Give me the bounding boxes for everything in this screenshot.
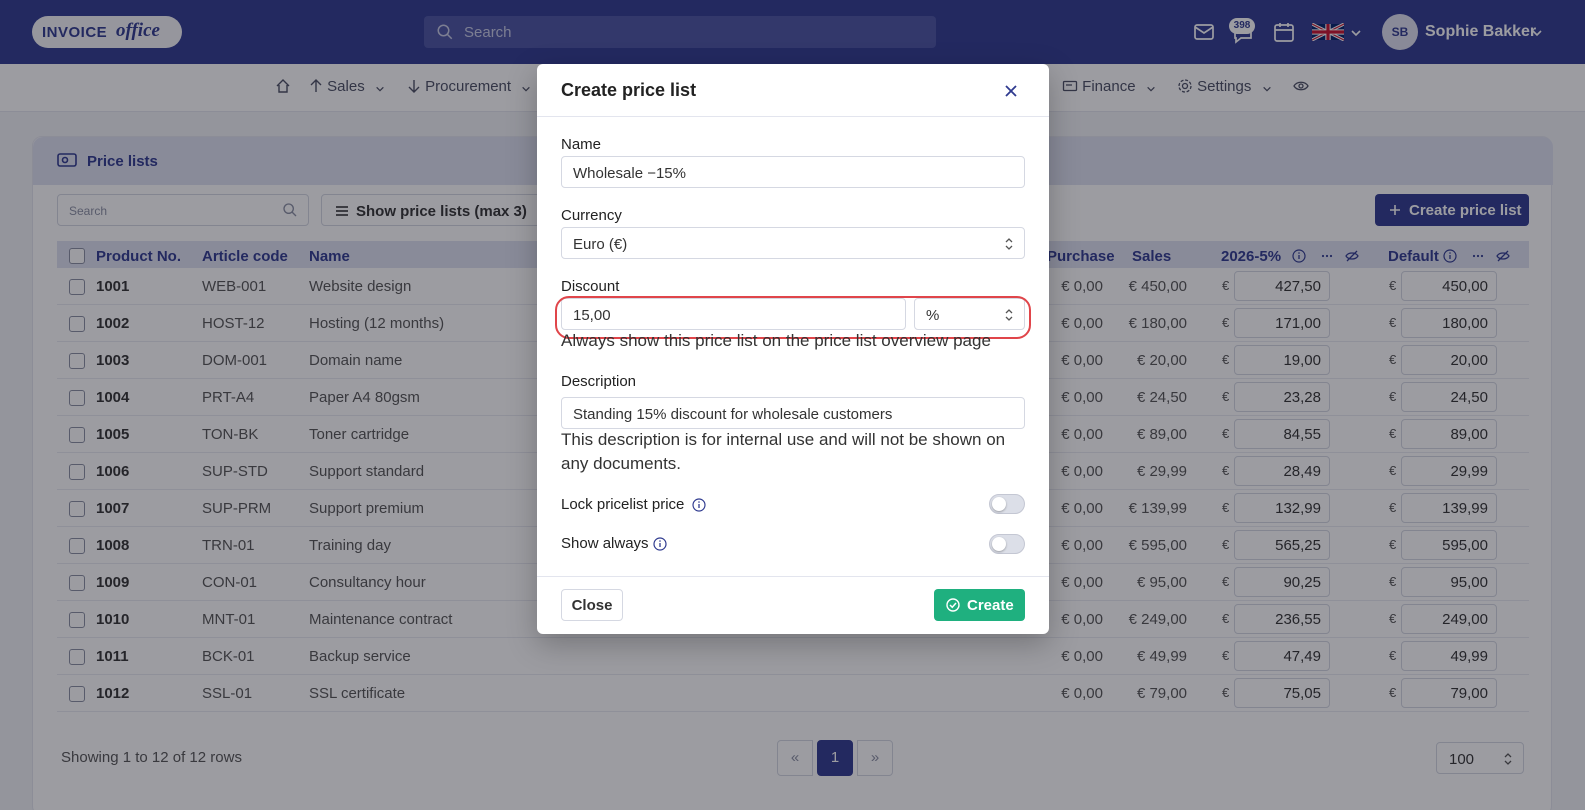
- lock-price-toggle[interactable]: [989, 494, 1025, 514]
- close-button[interactable]: Close: [561, 589, 623, 621]
- info-icon[interactable]: [653, 537, 667, 551]
- select-arrows-icon: [1005, 238, 1013, 250]
- discount-label: Discount: [561, 278, 620, 295]
- create-button[interactable]: Create: [934, 589, 1025, 621]
- description-label: Description: [561, 373, 637, 390]
- show-always-toggle[interactable]: [989, 534, 1025, 554]
- name-field[interactable]: Wholesale −15%: [561, 156, 1025, 188]
- currency-select[interactable]: Euro (€): [561, 227, 1025, 259]
- discount-help-text: Always show this price list on the price…: [561, 331, 991, 350]
- name-label: Name: [561, 136, 602, 153]
- close-icon[interactable]: [1001, 81, 1021, 101]
- info-icon[interactable]: [692, 498, 706, 512]
- show-always-label: Show always: [561, 535, 649, 552]
- modal-footer: Close Create: [537, 576, 1049, 634]
- currency-label: Currency: [561, 207, 622, 224]
- description-help-text: This description is for internal use and…: [561, 430, 1006, 473]
- modal-header: Create price list: [537, 64, 1049, 117]
- modal-title: Create price list: [561, 80, 697, 100]
- create-button-label: Create: [967, 597, 1014, 614]
- description-value: Standing 15% discount for wholesale cust…: [573, 406, 893, 423]
- lock-price-label: Lock pricelist price: [561, 496, 685, 513]
- check-circle-icon: [946, 598, 960, 612]
- currency-value: Euro (€): [573, 236, 628, 253]
- name-value: Wholesale −15%: [573, 165, 686, 182]
- create-price-list-modal: Create price list Name Wholesale −15% Cu…: [537, 64, 1049, 634]
- description-field[interactable]: Standing 15% discount for wholesale cust…: [561, 397, 1025, 429]
